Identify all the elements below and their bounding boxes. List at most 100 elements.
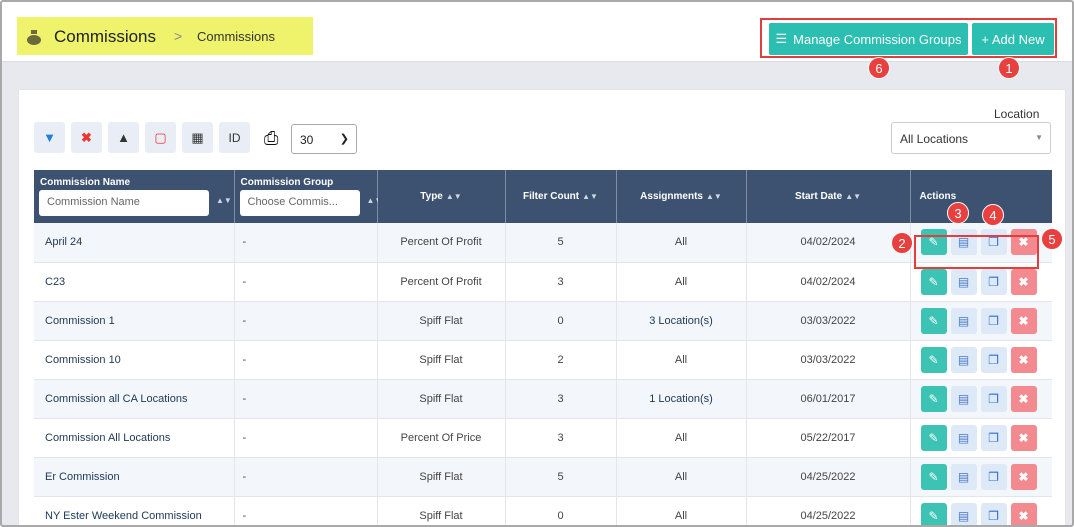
delete-button[interactable]: ✖	[1010, 424, 1037, 451]
copy-button[interactable]: ❐	[980, 307, 1007, 334]
commission-name-filter-input[interactable]: Commission Name	[39, 190, 209, 216]
delete-button[interactable]: ✖	[1010, 502, 1037, 525]
commission-name-cell[interactable]: Commission 10	[34, 340, 235, 380]
add-new-button[interactable]: + Add New	[972, 23, 1054, 55]
commissions-card: ▼ ✖ ▲ ▢ ▦ ID ⎙ 30 ❯ Location All Locatio…	[18, 89, 1066, 525]
delete-button[interactable]: ✖	[1010, 307, 1037, 334]
start-date-cell: 04/02/2024	[746, 262, 911, 302]
edit-button[interactable]: ✎	[920, 463, 947, 490]
commission-group-cell: -	[234, 340, 378, 380]
copy-button[interactable]: ❐	[980, 385, 1007, 412]
delete-button[interactable]: ✖	[1010, 268, 1037, 295]
commission-group-filter-select[interactable]: Choose Commis...	[239, 190, 360, 216]
manage-commission-groups-button[interactable]: ☰ Manage Commission Groups	[769, 23, 968, 55]
commission-group-cell: -	[234, 457, 378, 497]
filter-count-cell: 0	[505, 301, 617, 341]
page-title: Commissions	[54, 27, 157, 46]
table-row[interactable]: NY Ester Weekend Commission - Spiff Flat 0 A…	[34, 496, 1052, 525]
copy-button[interactable]: ❐	[980, 463, 1007, 490]
per-page-select[interactable]: 30 ❯	[291, 124, 357, 154]
commission-name-cell[interactable]: Commission all CA Locations	[34, 379, 235, 419]
header-actions-highlight: ☰ Manage Commission Groups + Add New	[760, 18, 1057, 58]
commission-name-cell[interactable]: Er Commission	[34, 457, 235, 497]
print-icon[interactable]: ⎙	[264, 128, 278, 149]
table-row[interactable]: Commission all CA Locations - Spiff Flat 3 1…	[34, 379, 1052, 419]
type-cell: Spiff Flat	[377, 301, 506, 341]
actions-cell: ✎ ▤ ❐ ✖	[910, 301, 1052, 341]
sort-icon[interactable]: ▲▼	[216, 196, 232, 205]
table-row[interactable]: Er Commission - Spiff Flat 5 All 04/25/2022 ✎ ▤…	[34, 457, 1052, 497]
type-cell: Spiff Flat	[377, 340, 506, 380]
callout-badge: 1	[998, 57, 1020, 79]
commissions-table: Commission Name Commission Name ▲▼ Commi…	[34, 170, 1052, 525]
actions-cell: ✎ ▤ ❐ ✖	[910, 379, 1052, 419]
trash-icon[interactable]: ▢	[145, 122, 176, 153]
column-header-filter-count[interactable]: Filter Count ▲▼	[505, 170, 617, 223]
document-button[interactable]: ▤	[950, 385, 977, 412]
commission-group-cell: -	[234, 418, 378, 458]
breadcrumb-current[interactable]: Commissions	[197, 29, 275, 44]
commission-name-cell[interactable]: Commission All Locations	[34, 418, 235, 458]
commission-name-cell[interactable]: NY Ester Weekend Commission	[34, 496, 235, 525]
column-header-assignments[interactable]: Assignments ▲▼	[616, 170, 747, 223]
document-button[interactable]: ▤	[950, 307, 977, 334]
document-button[interactable]: ▤	[950, 463, 977, 490]
filter-icon[interactable]: ▼	[34, 122, 65, 153]
document-button[interactable]: ▤	[950, 424, 977, 451]
sort-icon[interactable]: ▲▼	[446, 192, 462, 201]
callout-badge: 3	[947, 202, 969, 224]
actions-cell: ✎ ▤ ❐ ✖	[910, 496, 1052, 525]
id-toggle-button[interactable]: ID	[219, 122, 250, 153]
type-cell: Percent Of Price	[377, 418, 506, 458]
delete-button[interactable]: ✖	[1010, 463, 1037, 490]
edit-button[interactable]: ✎	[920, 307, 947, 334]
assignments-cell: 1 Location(s)	[616, 379, 747, 419]
table-row[interactable]: C23- Percent Of Profit 3 All 04/02/2024 ✎ ▤ ❐ ✖	[34, 262, 1052, 302]
sort-icon[interactable]: ▲▼	[845, 192, 861, 201]
table-row[interactable]: Commission 10- Spiff Flat 2 All 03/03/2022 ✎ ▤…	[34, 340, 1052, 380]
type-cell: Spiff Flat	[377, 379, 506, 419]
edit-button[interactable]: ✎	[920, 385, 947, 412]
caret-down-icon: ▼	[1035, 133, 1043, 142]
copy-button[interactable]: ❐	[980, 424, 1007, 451]
sort-icon[interactable]: ▲▼	[706, 192, 722, 201]
assignments-cell: All	[616, 496, 747, 525]
actions-cell: ✎ ▤ ❐ ✖	[910, 457, 1052, 497]
commission-name-cell[interactable]: April 24	[34, 223, 235, 263]
delete-button[interactable]: ✖	[1010, 346, 1037, 373]
document-button[interactable]: ▤	[950, 268, 977, 295]
list-icon: ☰	[775, 31, 788, 46]
document-button[interactable]: ▤	[950, 502, 977, 525]
commission-name-cell[interactable]: C23	[34, 262, 235, 302]
filter-count-cell: 2	[505, 340, 617, 380]
calendar-icon[interactable]: ▦	[182, 122, 213, 153]
start-date-cell: 04/02/2024	[746, 223, 911, 263]
commission-group-cell: -	[234, 223, 378, 263]
chevron-down-icon: ❯	[339, 133, 349, 145]
user-secret-icon[interactable]: ▲	[108, 122, 139, 153]
column-header-type[interactable]: Type ▲▼	[377, 170, 506, 223]
column-header-start-date[interactable]: Start Date ▲▼	[746, 170, 911, 223]
copy-button[interactable]: ❐	[980, 268, 1007, 295]
start-date-cell: 05/22/2017	[746, 418, 911, 458]
commission-name-cell[interactable]: Commission 1	[34, 301, 235, 341]
actions-highlight	[914, 235, 1039, 269]
edit-button[interactable]: ✎	[920, 424, 947, 451]
sort-icon[interactable]: ▲▼	[582, 192, 598, 201]
actions-cell: ✎ ▤ ❐ ✖	[910, 340, 1052, 380]
start-date-cell: 04/25/2022	[746, 496, 911, 525]
location-select[interactable]: All Locations ▼	[891, 122, 1051, 154]
clear-filter-icon[interactable]: ✖	[71, 122, 102, 153]
table-row[interactable]: Commission All Locations - Percent Of Pric…	[34, 418, 1052, 458]
edit-button[interactable]: ✎	[920, 346, 947, 373]
edit-button[interactable]: ✎	[920, 502, 947, 525]
assignments-cell: All	[616, 418, 747, 458]
filter-count-cell: 5	[505, 223, 617, 263]
delete-button[interactable]: ✖	[1010, 385, 1037, 412]
commission-group-cell: -	[234, 262, 378, 302]
edit-button[interactable]: ✎	[920, 268, 947, 295]
table-row[interactable]: Commission 1- Spiff Flat 0 3 Location(s) 03/…	[34, 301, 1052, 341]
document-button[interactable]: ▤	[950, 346, 977, 373]
copy-button[interactable]: ❐	[980, 502, 1007, 525]
copy-button[interactable]: ❐	[980, 346, 1007, 373]
